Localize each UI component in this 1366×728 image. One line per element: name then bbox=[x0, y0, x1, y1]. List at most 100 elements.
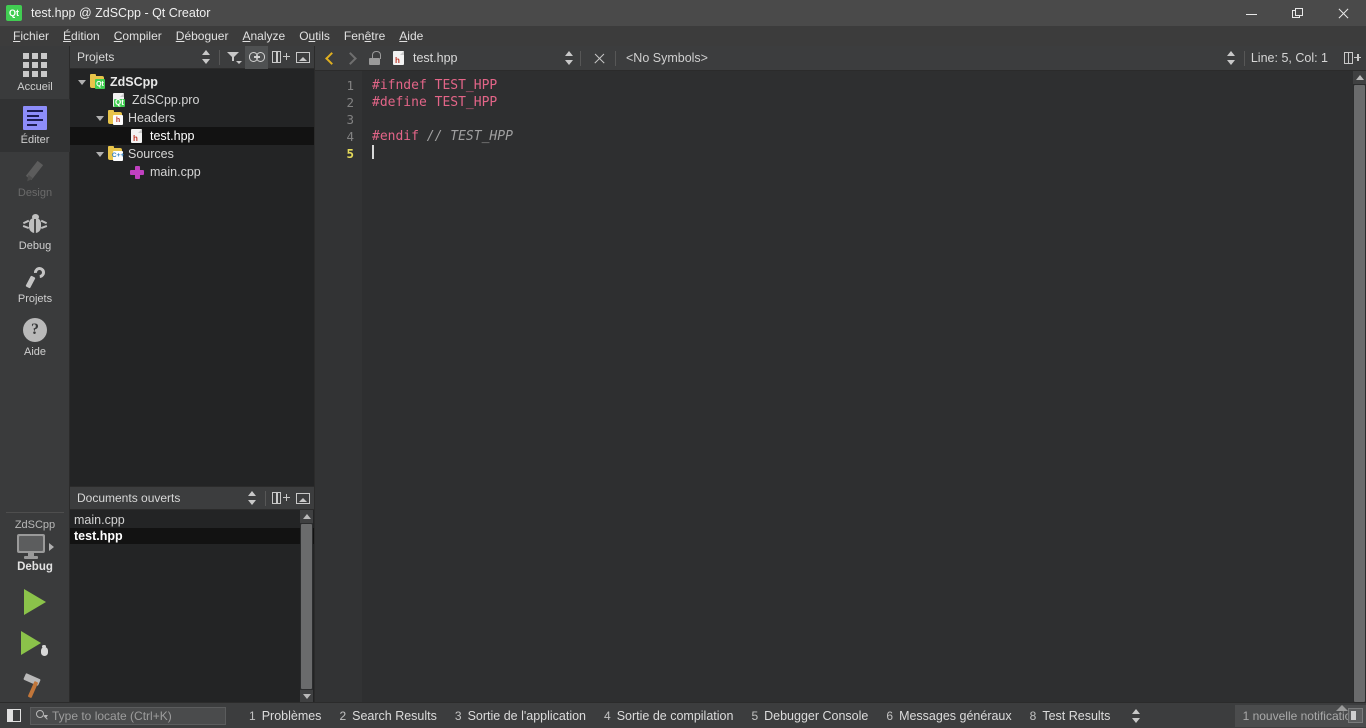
pane-button-general-messages[interactable]: 6 Messages généraux bbox=[877, 706, 1020, 726]
line-number-current: 5 bbox=[346, 146, 354, 161]
lock-document-button[interactable] bbox=[363, 46, 385, 71]
question-mark-icon: ? bbox=[22, 317, 48, 343]
editor-toolbar: h test.hpp <No Symbols> Line: 5, Col: 1 bbox=[315, 46, 1366, 71]
pane-label: Test Results bbox=[1042, 708, 1111, 723]
close-icon bbox=[1338, 8, 1349, 19]
tree-item-zdscpp[interactable]: Qt ZdSCpp bbox=[70, 73, 314, 91]
code-line: #endif // TEST_HPP bbox=[372, 128, 513, 145]
tree-item-test-hpp[interactable]: h test.hpp bbox=[70, 127, 314, 145]
scrollbar-thumb[interactable] bbox=[301, 524, 312, 689]
hammer-icon bbox=[21, 673, 49, 699]
output-pane-selector[interactable] bbox=[1125, 708, 1147, 723]
menu-analyze[interactable]: Analyze bbox=[235, 27, 292, 45]
sync-with-editor-icon[interactable] bbox=[194, 46, 217, 69]
tree-item-label: ZdSCpp.pro bbox=[132, 93, 200, 107]
open-document-item[interactable]: main.cpp bbox=[70, 512, 314, 528]
pane-button-test-results[interactable]: 8 Test Results bbox=[1021, 706, 1120, 726]
desktop-monitor-icon bbox=[16, 534, 46, 559]
menu-aide[interactable]: Aide bbox=[392, 27, 430, 45]
editor-scrollbar[interactable] bbox=[1353, 71, 1366, 702]
symbol-dropdown-button[interactable] bbox=[1226, 51, 1236, 65]
kit-selector-button[interactable] bbox=[0, 534, 70, 559]
sync-with-editor-icon[interactable] bbox=[240, 487, 263, 510]
expander-icon[interactable] bbox=[75, 79, 89, 85]
open-documents-scrollbar[interactable] bbox=[300, 510, 313, 703]
mode-editer[interactable]: Éditer bbox=[0, 99, 70, 152]
pane-label: Sortie de compilation bbox=[616, 708, 734, 723]
tree-item-label: ZdSCpp bbox=[110, 75, 158, 89]
mode-accueil[interactable]: Accueil bbox=[0, 46, 70, 99]
mode-aide[interactable]: ? Aide bbox=[0, 311, 70, 364]
qt-logo-icon: Qt bbox=[6, 5, 22, 21]
pane-button-search-results[interactable]: 2 Search Results bbox=[330, 706, 445, 726]
pane-label: Debugger Console bbox=[764, 708, 869, 723]
menu-deboguer[interactable]: Déboguer bbox=[169, 27, 236, 45]
toggle-sidebar-button[interactable] bbox=[0, 703, 28, 728]
menu-edition[interactable]: Édition bbox=[56, 27, 107, 45]
split-icon[interactable] bbox=[268, 46, 291, 69]
symbol-selector[interactable]: <No Symbols> bbox=[626, 51, 708, 65]
divider bbox=[615, 50, 616, 66]
navigate-back-button[interactable] bbox=[319, 46, 341, 71]
tree-item-sources[interactable]: C++ Sources bbox=[70, 145, 314, 163]
mode-design[interactable]: Design bbox=[0, 152, 70, 205]
open-documents-tools bbox=[240, 487, 314, 510]
locator-input[interactable]: Type to locate (Ctrl+K) bbox=[30, 706, 226, 725]
document-selector[interactable]: h test.hpp bbox=[385, 50, 560, 66]
navigate-forward-button[interactable] bbox=[341, 46, 363, 71]
scrollbar-thumb[interactable] bbox=[1354, 85, 1365, 702]
tree-item-main-cpp[interactable]: main.cpp bbox=[70, 163, 314, 181]
kit-project-name: ZdSCpp bbox=[14, 519, 56, 531]
kit-build-config: Debug bbox=[17, 561, 53, 573]
restore-button[interactable] bbox=[1274, 0, 1320, 26]
title-bar: Qt test.hpp @ ZdSCpp - Qt Creator bbox=[0, 0, 1366, 26]
menu-compiler[interactable]: Compiler bbox=[107, 27, 169, 45]
split-icon[interactable] bbox=[268, 487, 291, 510]
line-number: 3 bbox=[346, 112, 354, 127]
bug-icon bbox=[22, 211, 48, 237]
start-debugging-button[interactable] bbox=[20, 631, 50, 657]
mode-label: Projets bbox=[17, 293, 53, 305]
split-editor-button[interactable] bbox=[1340, 46, 1362, 71]
header-file-icon: h bbox=[391, 50, 407, 66]
projects-panel-tools bbox=[194, 45, 314, 69]
notification-panel-icon bbox=[1348, 707, 1363, 723]
filter-icon[interactable] bbox=[222, 46, 245, 69]
run-icon bbox=[24, 589, 46, 615]
run-button[interactable] bbox=[24, 589, 46, 615]
scroll-up-arrow[interactable] bbox=[300, 510, 313, 523]
text-cursor bbox=[372, 145, 374, 159]
minimize-button[interactable] bbox=[1228, 0, 1274, 26]
close-pane-icon[interactable] bbox=[291, 46, 314, 69]
open-document-label: test.hpp bbox=[74, 529, 123, 543]
menu-fenetre[interactable]: Fenêtre bbox=[337, 27, 392, 45]
line-column-indicator[interactable]: Line: 5, Col: 1 bbox=[1251, 51, 1328, 65]
build-button[interactable] bbox=[21, 673, 49, 699]
notification-button[interactable]: 1 nouvelle notification bbox=[1234, 704, 1366, 727]
expander-icon[interactable] bbox=[93, 115, 107, 121]
pane-button-application-output[interactable]: 3 Sortie de l'application bbox=[446, 706, 595, 726]
pencil-icon bbox=[22, 158, 48, 184]
pane-button-debugger-console[interactable]: 5 Debugger Console bbox=[742, 706, 877, 726]
mode-debug[interactable]: Debug bbox=[0, 205, 70, 258]
pane-button-compile-output[interactable]: 4 Sortie de compilation bbox=[595, 706, 742, 726]
document-dropdown-button[interactable] bbox=[564, 51, 574, 65]
close-button[interactable] bbox=[1320, 0, 1366, 26]
close-pane-icon[interactable] bbox=[291, 487, 314, 510]
pane-button-problemes[interactable]: 1 Problèmes bbox=[240, 706, 330, 726]
link-icon[interactable] bbox=[245, 45, 268, 69]
expander-icon[interactable] bbox=[93, 151, 107, 157]
search-icon bbox=[36, 709, 48, 722]
tree-item-headers[interactable]: h Headers bbox=[70, 109, 314, 127]
mode-projets[interactable]: Projets bbox=[0, 258, 70, 311]
scroll-up-arrow[interactable] bbox=[1353, 71, 1366, 84]
tree-item-zdscpp-pro[interactable]: Qt ZdSCpp.pro bbox=[70, 91, 314, 109]
open-documents-title: Documents ouverts bbox=[77, 491, 181, 505]
close-document-button[interactable] bbox=[587, 53, 611, 64]
code-token-preprocessor: #ifndef TEST_HPP bbox=[372, 78, 498, 93]
menu-outils[interactable]: Outils bbox=[292, 27, 337, 45]
menu-fichier[interactable]: Fichier bbox=[6, 27, 56, 45]
pane-number: 2 bbox=[339, 708, 347, 723]
code-editor[interactable]: 1 2 3 4 5 #ifndef TEST_HPP #define TEST_… bbox=[315, 71, 1366, 702]
open-document-item[interactable]: test.hpp bbox=[70, 528, 314, 544]
